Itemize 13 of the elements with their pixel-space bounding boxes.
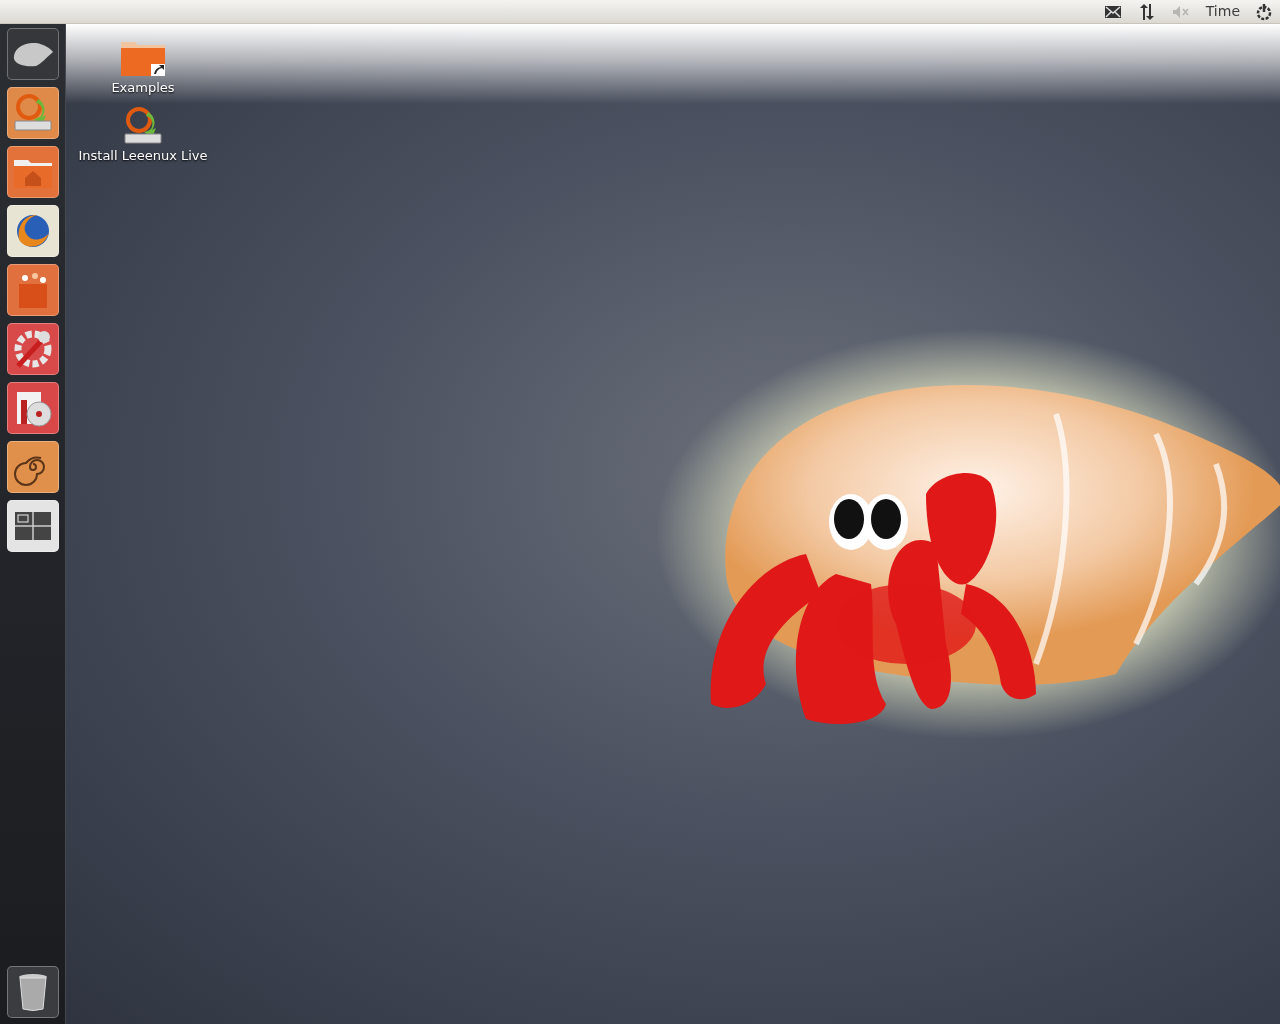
disc-box-icon[interactable] xyxy=(7,382,59,434)
icon-label[interactable]: Install Leeenux Live xyxy=(78,145,208,165)
installer-icon[interactable] xyxy=(122,105,164,146)
icon-label[interactable]: Examples xyxy=(111,78,175,98)
shopping-bag-icon[interactable] xyxy=(7,264,59,316)
folder-icon[interactable] xyxy=(7,146,59,198)
clock-text[interactable]: Time xyxy=(1205,0,1240,24)
globe-icon[interactable] xyxy=(7,205,59,257)
gear-wrench-icon[interactable] xyxy=(7,323,59,375)
trash-can-icon[interactable] xyxy=(7,966,59,1018)
spiral-shell-icon[interactable] xyxy=(7,441,59,493)
workspace-grid-icon[interactable] xyxy=(7,500,59,552)
shell-icon[interactable] xyxy=(7,28,59,80)
